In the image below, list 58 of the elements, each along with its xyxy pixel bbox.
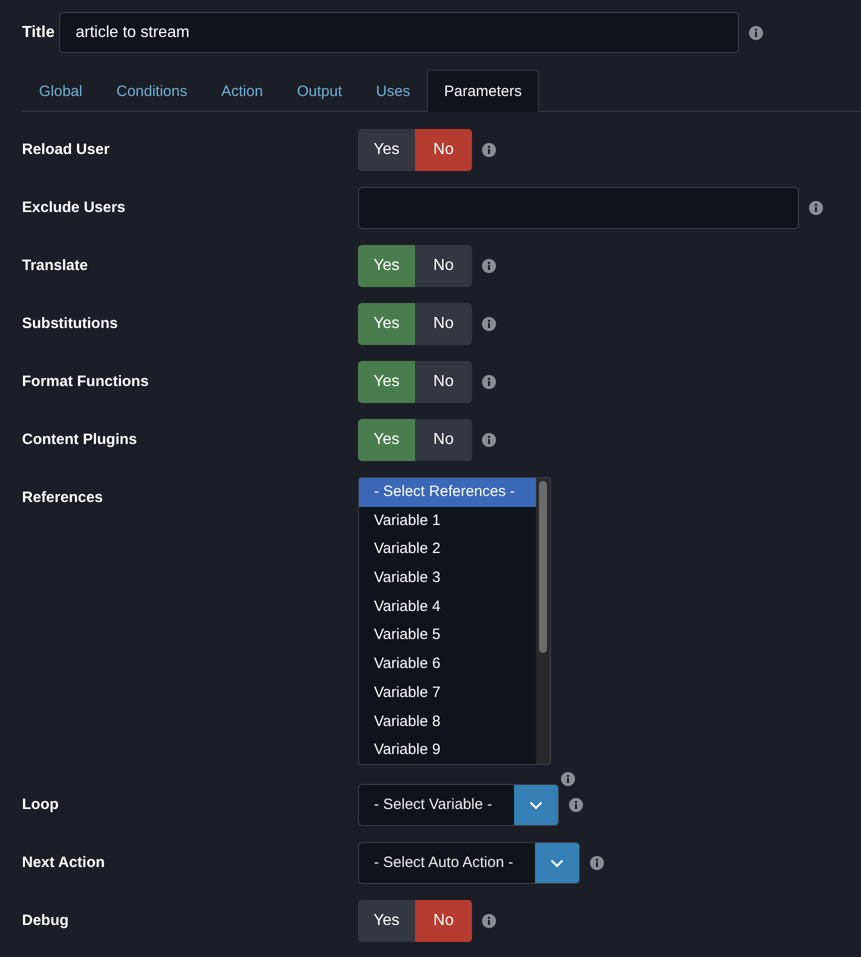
info-icon[interactable] bbox=[590, 856, 604, 870]
toggle-option[interactable]: Yes bbox=[358, 361, 415, 403]
toggle-option[interactable]: No bbox=[415, 419, 472, 461]
title-label: Title bbox=[22, 24, 55, 42]
scrollbar[interactable] bbox=[536, 478, 550, 764]
select-field[interactable]: - Select Variable - bbox=[358, 784, 560, 826]
list-option[interactable]: Variable 2 bbox=[359, 535, 536, 564]
field-label: Reload User bbox=[22, 140, 111, 160]
select-field[interactable]: - Select Auto Action - bbox=[358, 842, 580, 884]
tab[interactable]: Uses bbox=[358, 70, 428, 112]
field-label: Content Plugins bbox=[22, 430, 138, 450]
list-option[interactable]: Variable 3 bbox=[359, 564, 536, 593]
field-label: Next Action bbox=[22, 853, 106, 873]
list-option[interactable]: - Select References - bbox=[359, 478, 536, 507]
info-icon[interactable] bbox=[561, 772, 575, 786]
toggle-option[interactable]: No bbox=[415, 900, 472, 942]
tab[interactable]: Conditions bbox=[99, 70, 204, 112]
tab[interactable]: Output bbox=[280, 70, 359, 112]
toggle-option[interactable]: Yes bbox=[358, 419, 415, 461]
info-icon[interactable] bbox=[569, 798, 584, 812]
info-icon[interactable] bbox=[809, 201, 823, 215]
list-option[interactable]: Variable 8 bbox=[359, 708, 536, 736]
field-label: Format Functions bbox=[22, 372, 150, 392]
list-option[interactable]: Variable 1 bbox=[359, 506, 536, 536]
field-label: Substitutions bbox=[22, 314, 119, 334]
field-label: Exclude Users bbox=[22, 198, 126, 218]
toggle-option[interactable]: No bbox=[415, 129, 472, 171]
toggle-option[interactable]: Yes bbox=[358, 129, 415, 171]
info-icon[interactable] bbox=[748, 26, 763, 40]
toggle-option[interactable]: No bbox=[415, 303, 472, 345]
toggle-option[interactable]: Yes bbox=[358, 245, 415, 287]
list-option[interactable]: Variable 4 bbox=[359, 592, 536, 622]
list-option[interactable]: Variable 6 bbox=[359, 650, 536, 679]
field-label: References bbox=[22, 488, 104, 508]
info-icon[interactable] bbox=[482, 914, 496, 928]
toggle-option[interactable]: No bbox=[415, 361, 472, 403]
info-icon[interactable] bbox=[482, 317, 496, 331]
title-field[interactable]: article to stream bbox=[58, 12, 739, 53]
field-label: Loop bbox=[22, 795, 60, 815]
tab[interactable]: Action bbox=[204, 70, 280, 112]
list-option[interactable]: Variable 7 bbox=[359, 678, 536, 708]
info-icon[interactable] bbox=[482, 259, 496, 273]
list-option[interactable]: Variable 5 bbox=[359, 621, 536, 650]
chevron-down-icon bbox=[529, 800, 544, 810]
tab[interactable]: Parameters bbox=[427, 70, 539, 112]
info-icon[interactable] bbox=[482, 433, 496, 447]
list-option[interactable]: Variable 9 bbox=[359, 736, 536, 764]
tab[interactable]: Global bbox=[22, 70, 100, 112]
toggle-option[interactable]: No bbox=[415, 245, 472, 287]
toggle-option[interactable]: Yes bbox=[358, 900, 415, 942]
chevron-down-icon bbox=[550, 858, 564, 868]
input-field[interactable] bbox=[358, 187, 799, 229]
field-label: Debug bbox=[22, 911, 70, 931]
info-icon[interactable] bbox=[482, 143, 496, 157]
list-box[interactable]: - Select References - Variable 1 Variable 2 Variable 3 Variable 4 Variable 5 Variable 6 Variable 7 Variable 8 Variable 9 bbox=[358, 477, 551, 765]
field-label: Translate bbox=[22, 256, 89, 276]
toggle-option[interactable]: Yes bbox=[358, 303, 415, 345]
info-icon[interactable] bbox=[482, 375, 496, 389]
